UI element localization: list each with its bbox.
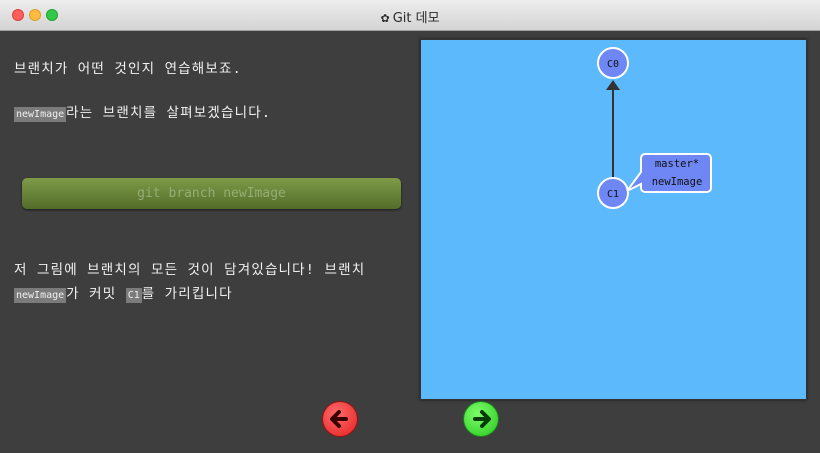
forward-button[interactable] — [464, 402, 498, 436]
git-graph-svg: C0 C1 master* newImage — [597, 47, 712, 209]
commit-c1[interactable]: C1 — [597, 177, 629, 209]
result-text-b: 를 가리킵니다 — [141, 286, 233, 302]
git-command-button[interactable]: git branch newImage — [22, 178, 401, 209]
code-branch-newimage: newImage — [14, 107, 67, 122]
back-button[interactable] — [323, 402, 357, 436]
gear-icon: ✿ — [380, 12, 390, 25]
branch-label-newimage: newImage — [652, 176, 703, 188]
result-text-a: 가 커밋 — [66, 286, 126, 302]
window-title-text: Git 데모 — [392, 11, 440, 26]
code-commit-c1: C1 — [125, 288, 142, 303]
git-graph-canvas: C0 C1 master* newImage — [420, 39, 807, 400]
window-title: ✿ Git 데모 — [0, 7, 820, 26]
branch-label[interactable]: master* newImage — [626, 153, 712, 193]
code-branch-newimage-2: newImage — [14, 288, 67, 303]
intro-line-1: 브랜치가 어떤 것인지 연습해보죠. — [14, 61, 242, 77]
result-line-2: newImage 가 커밋 C1 를 가리킵니다 — [14, 282, 233, 308]
intro-line-2: newImage 라는 브랜치를 살펴보겠습니다. — [14, 101, 271, 127]
intro-line-2-text: 라는 브랜치를 살펴보겠습니다. — [66, 105, 272, 121]
instruction-panel: 브랜치가 어떤 것인지 연습해보죠. newImage 라는 브랜치를 살펴보겠습… — [0, 31, 418, 453]
branch-label-master: master* — [655, 158, 699, 170]
arrow-left-icon — [330, 410, 348, 428]
commit-c1-label: C1 — [607, 189, 619, 200]
commit-c0-label: C0 — [607, 59, 619, 70]
arrow-right-icon — [473, 410, 491, 428]
result-line-1: 저 그림에 브랜치의 모든 것이 담겨있습니다! 브랜치 — [14, 262, 366, 278]
edge-arrow-icon — [606, 80, 620, 90]
window-titlebar: ✿ Git 데모 — [0, 0, 820, 31]
commit-c0[interactable]: C0 — [597, 47, 629, 79]
